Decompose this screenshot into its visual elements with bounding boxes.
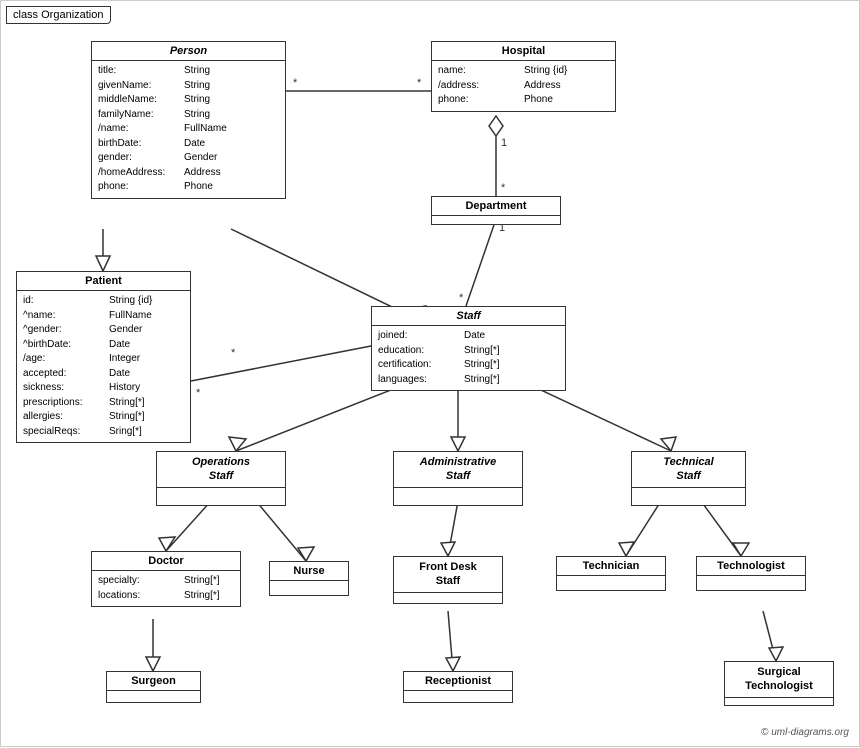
class-technical-staff: TechnicalStaff — [631, 451, 746, 506]
class-person: Person title:String givenName:String mid… — [91, 41, 286, 199]
class-administrative-staff-attrs — [394, 488, 522, 494]
class-technical-staff-attrs — [632, 488, 745, 494]
class-receptionist-attrs — [404, 691, 512, 697]
diagram-container: class Organization * * 1 * 1 * * * — [0, 0, 860, 747]
diagram-title: class Organization — [6, 6, 111, 24]
class-front-desk-staff-attrs — [394, 593, 502, 599]
svg-text:*: * — [231, 347, 236, 359]
class-nurse: Nurse — [269, 561, 349, 596]
svg-text:*: * — [501, 182, 506, 194]
class-doctor-attrs: specialty:String[*] locations:String[*] — [92, 571, 240, 606]
svg-text:1: 1 — [501, 137, 507, 149]
class-technologist-title: Technologist — [697, 557, 805, 576]
class-hospital-attrs: name:String {id} /address:Address phone:… — [432, 61, 615, 111]
class-surgeon-title: Surgeon — [107, 672, 200, 691]
class-operations-staff-attrs — [157, 488, 285, 494]
class-surgeon: Surgeon — [106, 671, 201, 703]
class-receptionist-title: Receptionist — [404, 672, 512, 691]
class-person-title: Person — [92, 42, 285, 61]
class-technician: Technician — [556, 556, 666, 591]
class-nurse-title: Nurse — [270, 562, 348, 581]
class-nurse-attrs — [270, 581, 348, 587]
class-receptionist: Receptionist — [403, 671, 513, 703]
class-surgical-technologist-attrs — [725, 698, 833, 704]
class-front-desk-staff: Front DeskStaff — [393, 556, 503, 604]
class-technologist: Technologist — [696, 556, 806, 591]
class-staff-attrs: joined:Date education:String[*] certific… — [372, 326, 565, 390]
class-administrative-staff: AdministrativeStaff — [393, 451, 523, 506]
class-technologist-attrs — [697, 576, 805, 582]
class-doctor: Doctor specialty:String[*] locations:Str… — [91, 551, 241, 607]
class-department-title: Department — [432, 197, 560, 216]
svg-text:*: * — [459, 292, 464, 304]
class-technician-attrs — [557, 576, 665, 582]
class-front-desk-staff-title: Front DeskStaff — [394, 557, 502, 593]
class-operations-staff: OperationsStaff — [156, 451, 286, 506]
class-administrative-staff-title: AdministrativeStaff — [394, 452, 522, 488]
class-surgical-technologist-title: SurgicalTechnologist — [725, 662, 833, 698]
class-surgeon-attrs — [107, 691, 200, 697]
class-technician-title: Technician — [557, 557, 665, 576]
svg-text:*: * — [293, 77, 298, 89]
svg-text:*: * — [417, 77, 422, 89]
class-person-attrs: title:String givenName:String middleName… — [92, 61, 285, 198]
class-department: Department — [431, 196, 561, 225]
class-staff: Staff joined:Date education:String[*] ce… — [371, 306, 566, 391]
class-surgical-technologist: SurgicalTechnologist — [724, 661, 834, 706]
copyright-text: © uml-diagrams.org — [761, 727, 849, 738]
class-patient-attrs: id:String {id} ^name:FullName ^gender:Ge… — [17, 291, 190, 442]
class-operations-staff-title: OperationsStaff — [157, 452, 285, 488]
class-hospital: Hospital name:String {id} /address:Addre… — [431, 41, 616, 112]
class-department-attrs — [432, 216, 560, 224]
class-doctor-title: Doctor — [92, 552, 240, 571]
svg-text:*: * — [196, 387, 201, 399]
class-staff-title: Staff — [372, 307, 565, 326]
class-patient: Patient id:String {id} ^name:FullName ^g… — [16, 271, 191, 443]
class-patient-title: Patient — [17, 272, 190, 291]
class-hospital-title: Hospital — [432, 42, 615, 61]
class-technical-staff-title: TechnicalStaff — [632, 452, 745, 488]
